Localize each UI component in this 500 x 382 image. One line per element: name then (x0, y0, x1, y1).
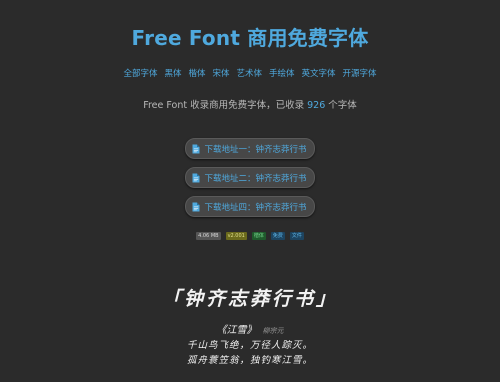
download-label: 下载地址一：钟齐志莽行书 (204, 144, 307, 155)
file-icon (192, 144, 200, 153)
font-preview: 「钟齐志莽行书」 《江雪》 柳宗元 千山鸟飞绝，万径人踪灭。 孤舟蓑笠翁，独钓寒江… (0, 286, 500, 368)
nav-item-handwritten[interactable]: 手绘体 (269, 67, 295, 79)
version-badge: v2.001 (225, 232, 247, 240)
nav-item-heiti[interactable]: 黑体 (164, 67, 181, 79)
download-list: 下载地址一：钟齐志莽行书 下载地址二：钟齐志莽行书 下载地址四：钟齐志莽行书 (0, 138, 500, 217)
poem-author: 柳宗元 (262, 327, 284, 335)
site-intro: Free Font 收录商用免费字体，已收录 926 个字体 (0, 97, 500, 111)
nav-item-open-source[interactable]: 开源字体 (343, 67, 377, 79)
site-title[interactable]: Free Font 商用免费字体 (0, 22, 500, 51)
download-button-2[interactable]: 下载地址二：钟齐志莽行书 (185, 167, 315, 188)
poem-heading: 《江雪》 柳宗元 (0, 324, 500, 338)
font-meta-badges: 4.06 MB v2.001 楷体 免费 文件 (0, 232, 500, 240)
category-nav: 全部字体 黑体 楷体 宋体 艺术体 手绘体 英文字体 开源字体 (0, 67, 500, 79)
download-label: 下载地址二：钟齐志莽行书 (204, 173, 307, 184)
poem-line-1: 千山鸟飞绝，万径人踪灭。 (186, 340, 313, 351)
nav-item-all-fonts[interactable]: 全部字体 (123, 67, 157, 79)
category-badge: 楷体 (251, 232, 266, 240)
font-count: 926 (307, 100, 326, 111)
download-button-4[interactable]: 下载地址四：钟齐志莽行书 (185, 196, 315, 217)
file-icon (192, 202, 200, 211)
intro-suffix: 个字体 (325, 100, 357, 111)
file-icon (192, 173, 200, 182)
nav-item-english-fonts[interactable]: 英文字体 (302, 67, 336, 79)
page: Free Font 商用免费字体 全部字体 黑体 楷体 宋体 艺术体 手绘体 英… (0, 0, 500, 382)
download-button-1[interactable]: 下载地址一：钟齐志莽行书 (185, 138, 315, 159)
nav-item-songti[interactable]: 宋体 (212, 67, 229, 79)
preview-title: 「钟齐志莽行书」 (161, 288, 338, 310)
poem-title: 《江雪》 (216, 325, 257, 336)
nav-item-art-fonts[interactable]: 艺术体 (237, 67, 263, 79)
file-size-badge: 4.06 MB (196, 232, 221, 240)
download-label: 下载地址四：钟齐志莽行书 (204, 202, 307, 213)
nav-item-kaiti[interactable]: 楷体 (188, 67, 205, 79)
license-badge: 免费 (270, 232, 285, 240)
poem-line-2: 孤舟蓑笠翁，独钓寒江雪。 (186, 355, 313, 366)
intro-prefix: Free Font 收录商用免费字体，已收录 (143, 100, 308, 111)
format-badge: 文件 (289, 232, 304, 240)
